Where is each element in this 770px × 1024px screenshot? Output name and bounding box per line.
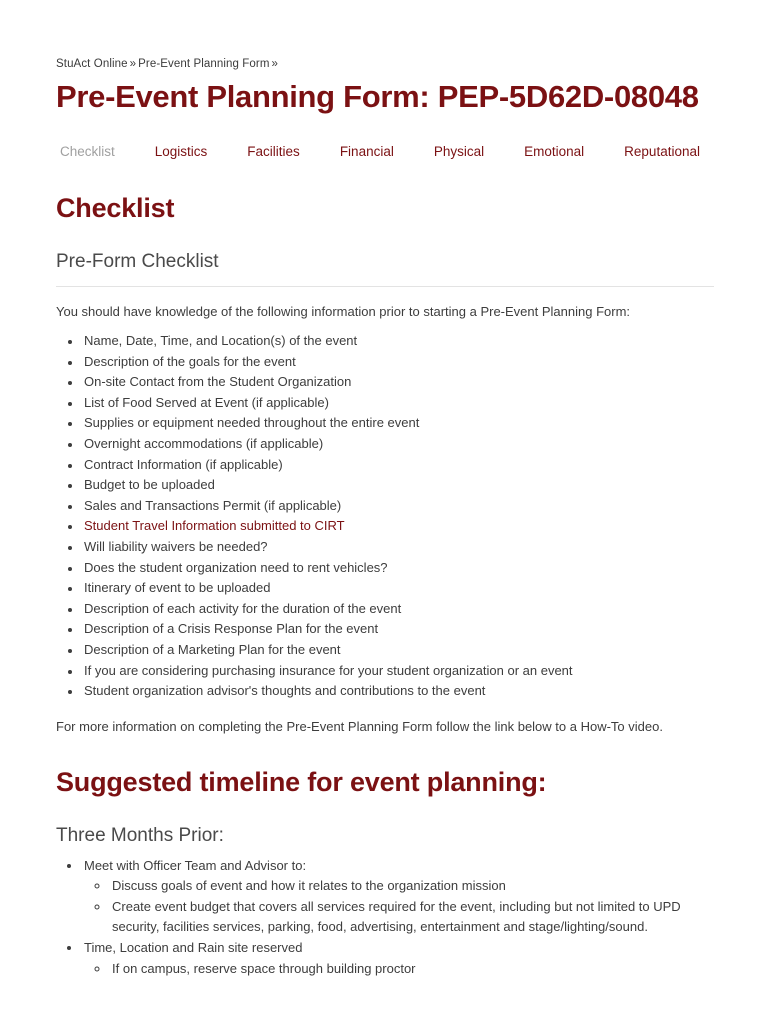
subsection-heading-three-months-prior: Three Months Prior: xyxy=(56,824,224,846)
list-item-label: On-site Contact from the Student Organiz… xyxy=(84,374,352,390)
list-item-label: Name, Date, Time, and Location(s) of the… xyxy=(84,333,358,348)
list-item-label: Contract Information (if applicable) xyxy=(84,456,283,472)
list-item: Overnight accommodations (if applicable) xyxy=(82,434,714,455)
list-item-label: Meet with Officer Team and Advisor to: xyxy=(84,857,307,873)
list-item-label: Time, Location and Rain site reserved xyxy=(84,940,303,956)
tab-emotional[interactable]: Emotional xyxy=(524,142,584,162)
list-item-student-travel-link[interactable]: Student Travel Information submitted to … xyxy=(82,516,714,537)
list-item-label: Overnight accommodations (if applicable) xyxy=(84,435,324,451)
list-item-label: Supplies or equipment needed throughout … xyxy=(84,415,420,431)
checklist-intro-text: You should have knowledge of the followi… xyxy=(56,304,631,319)
section-heading-checklist: Checklist xyxy=(56,193,175,223)
list-item: List of Food Served at Event (if applica… xyxy=(82,393,714,414)
page-title: Pre-Event Planning Form: PEP-5D62D-08048 xyxy=(56,79,699,114)
section-heading-suggested-timeline: Suggested timeline for event planning: xyxy=(56,766,547,797)
pre-form-checklist: Name, Date, Time, and Location(s) of the… xyxy=(56,331,714,702)
list-item-label: Sales and Transactions Permit (if applic… xyxy=(84,497,342,513)
list-item-label: List of Food Served at Event (if applica… xyxy=(84,394,329,410)
list-item-label: If you are considering purchasing insura… xyxy=(84,662,573,678)
list-item-label: If on campus, reserve space through buil… xyxy=(112,960,416,976)
page-container: StuAct Online» Pre-Event Planning Form» P… xyxy=(0,0,770,979)
more-information-text: For more information on completing the P… xyxy=(56,718,663,734)
tab-reputational[interactable]: Reputational xyxy=(624,142,700,162)
list-item: Name, Date, Time, and Location(s) of the… xyxy=(82,331,714,352)
list-item-label: Does the student organization need to re… xyxy=(84,559,388,575)
tab-logistics[interactable]: Logistics xyxy=(155,142,208,162)
tab-physical[interactable]: Physical xyxy=(434,142,484,162)
list-item: Time, Location and Rain site reserved If… xyxy=(82,938,714,979)
form-section-tabs: Checklist Logistics Facilities Financial… xyxy=(56,142,714,162)
list-item: Meet with Officer Team and Advisor to: D… xyxy=(82,856,714,938)
breadcrumb: StuAct Online» Pre-Event Planning Form» xyxy=(56,56,714,72)
list-item: Itinerary of event to be uploaded xyxy=(82,578,714,599)
list-item: Sales and Transactions Permit (if applic… xyxy=(82,496,714,517)
list-item: Description of a Crisis Response Plan fo… xyxy=(82,619,714,640)
list-item: Budget to be uploaded xyxy=(82,475,714,496)
timeline-list: Meet with Officer Team and Advisor to: D… xyxy=(56,856,714,980)
list-item: On-site Contact from the Student Organiz… xyxy=(82,372,714,393)
breadcrumb-item-pre-event-planning-form[interactable]: Pre-Event Planning Form xyxy=(138,58,269,70)
student-travel-cirt-link[interactable]: Student Travel Information submitted to … xyxy=(84,518,345,533)
breadcrumb-separator: » xyxy=(129,58,137,70)
timeline-sublist: If on campus, reserve space through buil… xyxy=(84,959,714,980)
list-item: Student organization advisor's thoughts … xyxy=(82,681,714,702)
list-item-label: Student organization advisor's thoughts … xyxy=(84,683,486,699)
list-item: If you are considering purchasing insura… xyxy=(82,661,714,682)
list-item-label: Create event budget that covers all serv… xyxy=(112,898,681,935)
list-item-label: Will liability waivers be needed? xyxy=(84,538,268,554)
list-item: Does the student organization need to re… xyxy=(82,558,714,579)
list-item-label: Discuss goals of event and how it relate… xyxy=(112,878,506,894)
list-item: Contract Information (if applicable) xyxy=(82,455,714,476)
list-item-label: Description of a Crisis Response Plan fo… xyxy=(84,621,379,637)
timeline-sublist: Discuss goals of event and how it relate… xyxy=(84,876,714,938)
section-divider xyxy=(56,286,714,287)
subsection-heading-pre-form-checklist: Pre-Form Checklist xyxy=(56,251,219,272)
list-item-label: Description of each activity for the dur… xyxy=(84,600,402,616)
list-item: Create event budget that covers all serv… xyxy=(110,897,714,938)
tab-financial[interactable]: Financial xyxy=(340,142,394,162)
tab-facilities[interactable]: Facilities xyxy=(247,142,300,162)
list-item-label: Description of a Marketing Plan for the … xyxy=(84,641,341,657)
list-item: If on campus, reserve space through buil… xyxy=(110,959,714,980)
list-item: Will liability waivers be needed? xyxy=(82,537,714,558)
tab-checklist[interactable]: Checklist xyxy=(60,142,115,162)
list-item: Discuss goals of event and how it relate… xyxy=(110,876,714,897)
main-content: Checklist Pre-Form Checklist You should … xyxy=(56,192,714,979)
list-item: Description of each activity for the dur… xyxy=(82,599,714,620)
list-item-label: Description of the goals for the event xyxy=(84,353,296,369)
list-item-label: Budget to be uploaded xyxy=(84,477,215,493)
breadcrumb-separator-trailing: » xyxy=(271,58,279,70)
list-item-label: Itinerary of event to be uploaded xyxy=(84,580,271,596)
list-item: Description of the goals for the event xyxy=(82,352,714,373)
breadcrumb-item-stuact-online[interactable]: StuAct Online xyxy=(56,58,128,70)
list-item: Supplies or equipment needed throughout … xyxy=(82,413,714,434)
list-item: Description of a Marketing Plan for the … xyxy=(82,640,714,661)
